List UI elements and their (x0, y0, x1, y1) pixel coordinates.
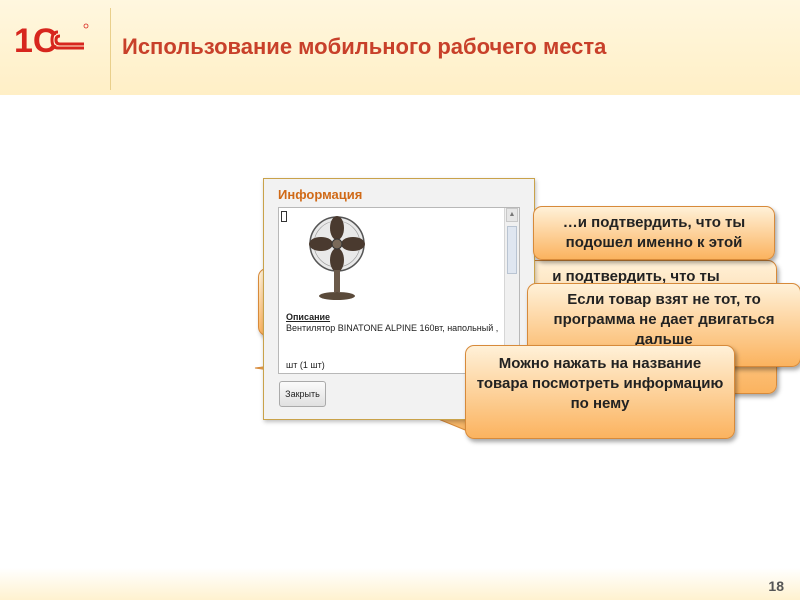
callout-confirm-text: …и подтвердить, что ты подошел именно к … (562, 214, 746, 251)
page-number: 18 (768, 578, 784, 594)
description-text: Вентилятор BINATONE ALPINE 160вт, наполь… (286, 323, 499, 333)
slide-footer (0, 568, 800, 600)
header-divider (110, 8, 111, 90)
scroll-up-icon[interactable]: ▲ (506, 208, 518, 222)
quantity-text: шт (1 шт) (286, 360, 325, 370)
callout-wrong-item-text: Если товар взят не тот, то программа не … (553, 291, 775, 348)
close-button[interactable]: Закрыть (279, 381, 326, 407)
fan-icon (309, 216, 365, 300)
callout-tap-name: Можно нажать на название товара посмотре… (465, 345, 735, 439)
callout-tap-name-text: Можно нажать на название товара посмотре… (476, 355, 724, 412)
slide-title: Использование мобильного рабочего места (122, 34, 607, 59)
scroll-thumb[interactable] (507, 226, 517, 274)
text-cursor-icon (281, 211, 287, 222)
callout-confirm: …и подтвердить, что ты подошел именно к … (533, 206, 775, 260)
1c-logo: 1С (14, 22, 89, 60)
dialog-title: Информация (278, 187, 363, 202)
description-link[interactable]: Описание (286, 312, 330, 322)
